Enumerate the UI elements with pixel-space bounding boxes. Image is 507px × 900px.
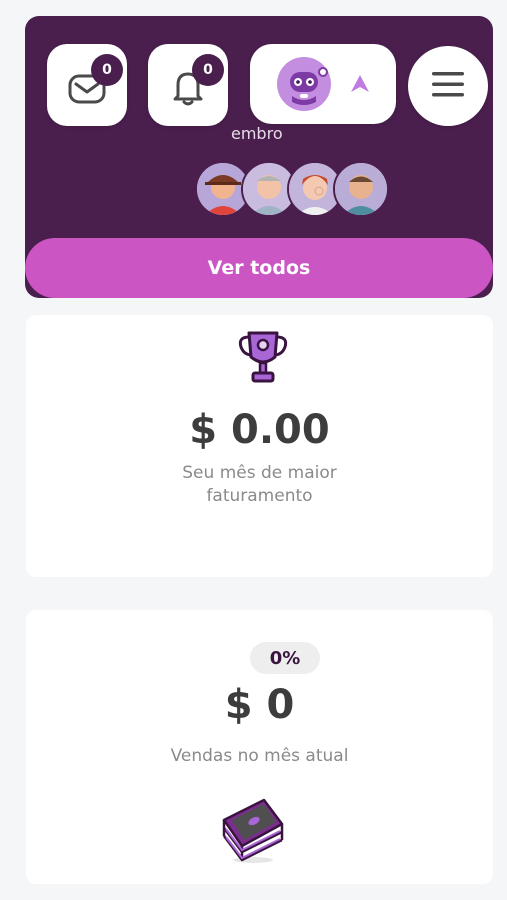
member-avatars — [195, 161, 389, 217]
robot-avatar-icon — [276, 56, 332, 116]
best-month-caption: Seu mês de maior faturamento — [26, 462, 493, 508]
best-month-card: $ 0.00 Seu mês de maior faturamento — [26, 315, 493, 577]
avatar[interactable] — [333, 161, 389, 217]
percent-change-badge: 0% — [250, 642, 320, 674]
menu-button[interactable] — [408, 46, 488, 126]
hamburger-menu-icon — [431, 70, 465, 102]
trophy-icon — [235, 327, 291, 391]
best-month-caption-line2: faturamento — [206, 486, 313, 506]
navigation-arrow-icon — [348, 72, 372, 100]
best-month-value: $ 0.00 — [189, 407, 330, 453]
best-month-caption-line1: Seu mês de maior — [182, 463, 337, 483]
notifications-button[interactable]: 0 — [148, 44, 228, 126]
messages-count-badge: 0 — [91, 54, 123, 86]
current-month-card: 0% $ 0 Vendas no mês atual — [26, 610, 493, 884]
current-month-caption: Vendas no mês atual — [170, 746, 349, 766]
assistant-profile-button[interactable] — [250, 44, 396, 124]
messages-button[interactable]: 0 — [47, 44, 127, 126]
notifications-count-badge: 0 — [192, 54, 224, 86]
current-month-value: $ 0 — [224, 682, 295, 728]
members-label: embro — [231, 124, 283, 143]
money-stack-icon — [218, 790, 288, 870]
view-all-button[interactable]: Ver todos — [25, 238, 493, 298]
